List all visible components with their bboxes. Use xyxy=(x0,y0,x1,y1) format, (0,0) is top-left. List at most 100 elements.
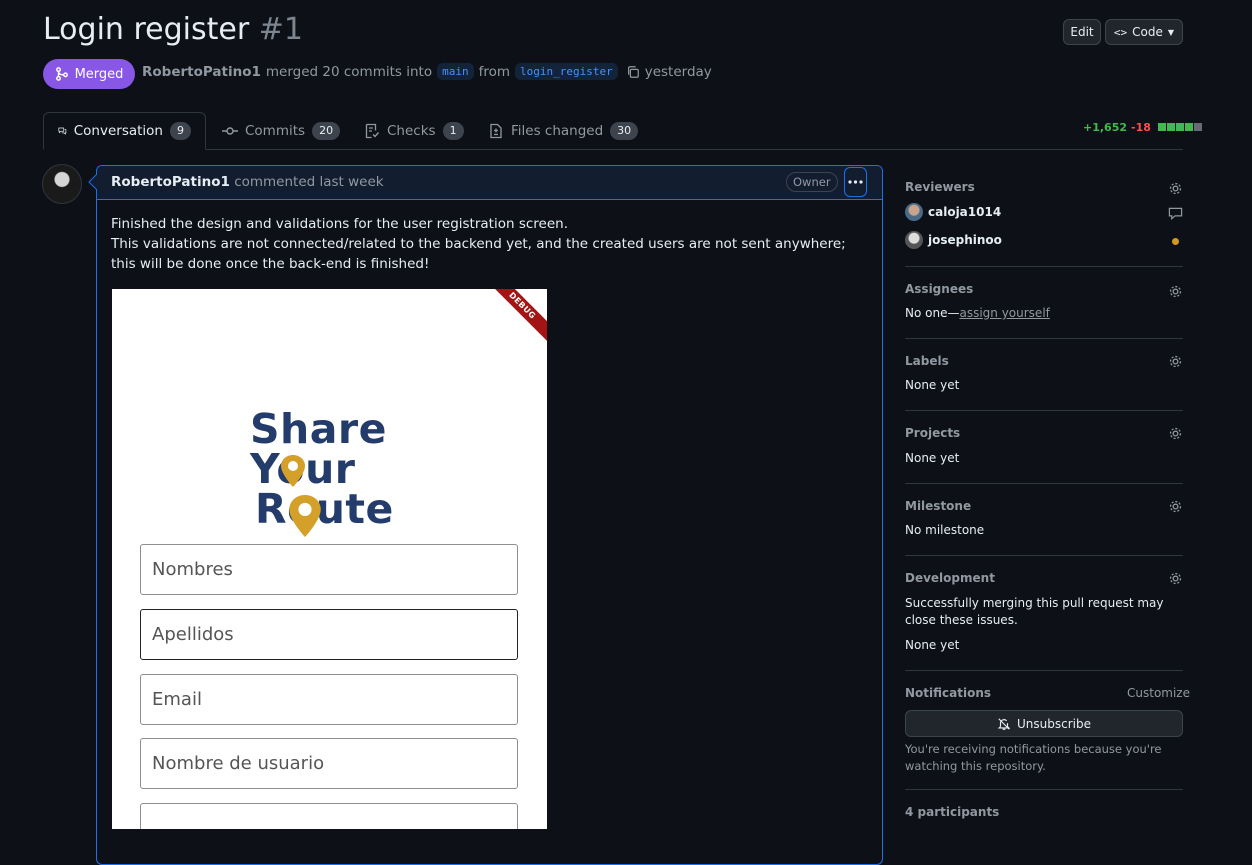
tab-commits[interactable]: Commits 20 xyxy=(222,112,341,150)
bell-slash-icon xyxy=(997,717,1011,730)
assignees-none: No one— xyxy=(905,306,960,320)
unsubscribe-label: Unsubscribe xyxy=(1017,716,1091,731)
avatar xyxy=(905,203,923,221)
labels-title[interactable]: Labels xyxy=(905,354,949,368)
tab-files-changed-count: 30 xyxy=(610,122,639,140)
comment-menu-button[interactable] xyxy=(844,167,867,197)
comment-line-2: This validations are not connected/relat… xyxy=(111,236,846,272)
milestone-title[interactable]: Milestone xyxy=(905,499,971,513)
diffstat-box xyxy=(1184,123,1193,131)
location-pin-icon xyxy=(281,455,305,487)
notifications-title: Notifications xyxy=(905,686,992,700)
labels-value: None yet xyxy=(905,378,960,392)
copy-icon[interactable] xyxy=(626,65,640,79)
comment-pointer-icon xyxy=(88,174,97,190)
pending-review-dot xyxy=(1172,238,1179,245)
tab-checks-count: 1 xyxy=(442,122,464,140)
merged-text: merged 20 commits into xyxy=(265,63,433,80)
code-button[interactable]: <> Code ▼ xyxy=(1105,19,1183,45)
reviewer-name: josephinoo xyxy=(928,233,1002,247)
gear-icon[interactable] xyxy=(1168,284,1183,299)
comment-discussion-icon xyxy=(58,127,67,135)
diff-deletions: -18 xyxy=(1131,121,1151,134)
diffstat: +1,652 -18 xyxy=(1083,121,1202,134)
notifications-desc: You're receiving notifications because y… xyxy=(905,742,1162,773)
tab-checks[interactable]: Checks 1 xyxy=(364,112,464,150)
page-title: Login register #1 xyxy=(43,12,303,47)
sidebar-divider xyxy=(905,410,1183,411)
comment-icon xyxy=(1168,207,1183,220)
sidebar-divider xyxy=(905,555,1183,556)
username-field[interactable]: Nombre de usuario xyxy=(140,738,518,789)
tab-conversation-label: Conversation xyxy=(73,123,163,139)
code-icon: <> xyxy=(1113,25,1128,39)
owner-badge: Owner xyxy=(786,172,838,192)
tab-conversation[interactable]: Conversation 9 xyxy=(43,112,206,150)
comment-line-1: Finished the design and validations for … xyxy=(111,216,568,232)
comment-author-line: RobertoPatino1 commented last week xyxy=(111,174,384,190)
checklist-icon xyxy=(365,123,380,139)
comment-author[interactable]: RobertoPatino1 xyxy=(111,174,230,190)
tab-files-changed-label: Files changed xyxy=(511,123,604,139)
development-title[interactable]: Development xyxy=(905,571,995,585)
base-branch[interactable]: main xyxy=(437,63,474,80)
assignees-title[interactable]: Assignees xyxy=(905,282,973,296)
tab-commits-label: Commits xyxy=(245,123,306,139)
reviewer-item[interactable]: caloja1014 xyxy=(905,203,1001,221)
diffstat-bar xyxy=(1157,121,1202,134)
reviewers-title[interactable]: Reviewers xyxy=(905,180,975,194)
comment-body: Finished the design and validations for … xyxy=(111,214,871,274)
avatar[interactable] xyxy=(42,164,82,204)
pr-title: Login register xyxy=(43,12,250,47)
merge-icon xyxy=(55,67,68,81)
edit-button[interactable]: Edit xyxy=(1063,19,1101,45)
commit-icon xyxy=(222,127,238,135)
head-branch[interactable]: login_register xyxy=(515,63,618,80)
app-logo: Share Your Route xyxy=(250,405,394,533)
sidebar-divider xyxy=(905,266,1183,267)
assign-yourself-link[interactable]: assign yourself xyxy=(959,306,1049,320)
unsubscribe-button[interactable]: Unsubscribe xyxy=(905,710,1183,737)
gear-icon[interactable] xyxy=(1168,571,1183,586)
caret-down-icon: ▼ xyxy=(1167,27,1175,37)
status-label: Merged xyxy=(74,66,124,82)
tab-files-changed[interactable]: Files changed 30 xyxy=(488,112,639,150)
edit-button-label: Edit xyxy=(1070,25,1094,39)
next-field[interactable] xyxy=(140,803,518,829)
comment-action[interactable]: commented last week xyxy=(234,174,383,190)
gear-icon[interactable] xyxy=(1168,499,1183,514)
projects-value: None yet xyxy=(905,451,960,465)
code-button-label: Code xyxy=(1132,25,1163,39)
tab-commits-count: 20 xyxy=(312,122,341,140)
diff-additions: +1,652 xyxy=(1083,121,1128,134)
development-value: None yet xyxy=(905,638,960,652)
file-diff-icon xyxy=(490,123,502,139)
debug-ribbon: DEBUG xyxy=(478,289,547,350)
author-link[interactable]: RobertoPatino1 xyxy=(142,64,261,80)
gear-icon[interactable] xyxy=(1168,181,1183,196)
logo-line-3: Route xyxy=(255,485,394,533)
screenshot-image[interactable]: DEBUG Share Your Route Nombres Apellidos… xyxy=(112,289,547,829)
gear-icon[interactable] xyxy=(1168,354,1183,369)
customize-link[interactable]: Customize xyxy=(1127,686,1190,700)
nombres-field[interactable]: Nombres xyxy=(140,544,518,595)
diffstat-box xyxy=(1157,123,1166,131)
sidebar-divider xyxy=(905,789,1183,790)
avatar xyxy=(905,231,923,249)
projects-title[interactable]: Projects xyxy=(905,426,960,440)
location-pin-icon xyxy=(289,495,321,537)
reviewer-name: caloja1014 xyxy=(928,205,1002,219)
logo-line-1: Share xyxy=(250,405,387,453)
diffstat-box xyxy=(1166,123,1175,131)
email-field[interactable]: Email xyxy=(140,674,518,725)
from-text: from xyxy=(478,63,510,80)
status-badge: Merged xyxy=(43,59,135,89)
reviewer-item[interactable]: josephinoo xyxy=(905,231,1002,249)
diffstat-box xyxy=(1175,123,1184,131)
gear-icon[interactable] xyxy=(1168,426,1183,441)
assignees-value: No one—assign yourself xyxy=(905,306,1050,320)
tab-checks-label: Checks xyxy=(387,123,436,139)
apellidos-field[interactable]: Apellidos xyxy=(140,609,518,660)
sidebar-divider xyxy=(905,338,1183,339)
development-desc: Successfully merging this pull request m… xyxy=(905,596,1164,627)
